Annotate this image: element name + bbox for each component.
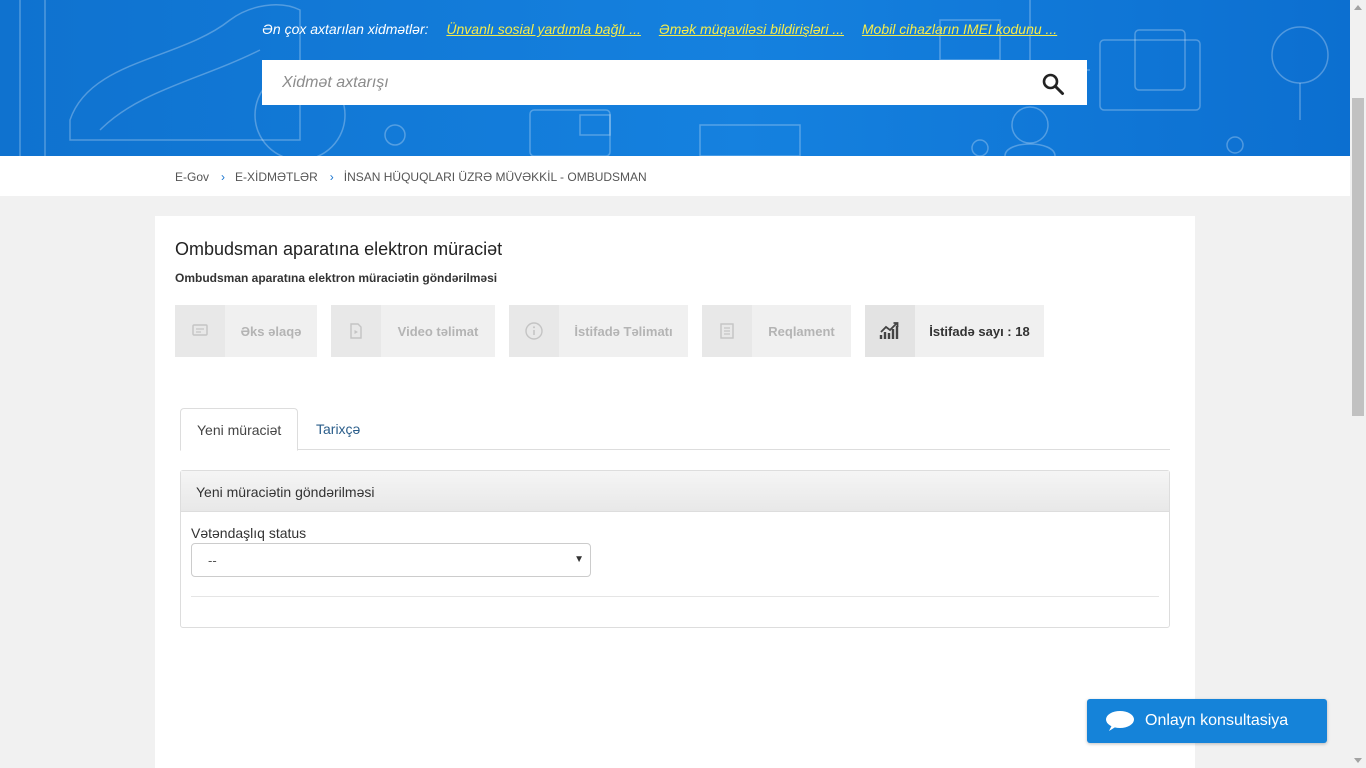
online-consultation-label: Onlayn konsultasiya <box>1145 712 1289 729</box>
panel-title: Yeni müraciətin göndərilməsi <box>181 471 1169 512</box>
regulation-label: Reqlament <box>768 323 835 339</box>
hero-banner: Ən çox axtarılan xidmətlər: Ünvanlı sosi… <box>0 0 1350 156</box>
search-icon[interactable] <box>1041 72 1065 96</box>
divider <box>191 596 1159 597</box>
regulation-button[interactable]: Reqlament <box>702 305 851 357</box>
scroll-up-icon[interactable] <box>1354 5 1362 10</box>
citizenship-label: Vətəndaşlıq status <box>191 525 307 541</box>
popular-services: Ən çox axtarılan xidmətlər: Ünvanlı sosi… <box>262 21 1071 37</box>
usage-count-badge: İstifadə sayı : 18 <box>865 305 1044 357</box>
breadcrumb-ombudsman[interactable]: İNSAN HÜQUQLARI ÜZRƏ MÜVƏKKİL - OMBUDSMA… <box>344 170 647 184</box>
video-guide-label: Video təlimat <box>397 323 479 339</box>
online-consultation-button[interactable]: Onlayn konsultasiya <box>1087 699 1327 743</box>
info-icon <box>509 305 559 357</box>
scroll-down-icon[interactable] <box>1354 758 1362 763</box>
feedback-label: Əks əlaqə <box>240 323 302 339</box>
video-guide-button[interactable]: Video təlimat <box>331 305 495 357</box>
breadcrumb: E-Gov › E-XİDMƏTLƏR › İNSAN HÜQUQLARI ÜZ… <box>0 156 1350 196</box>
search-input[interactable] <box>262 60 1022 105</box>
form-tabs: Yeni müraciət Tarixçə <box>180 408 1170 451</box>
chat-bubble-icon <box>1105 710 1135 732</box>
feedback-button[interactable]: Əks əlaqə <box>175 305 317 357</box>
citizenship-select[interactable]: -- ▼ <box>191 543 591 577</box>
page-title: Ombudsman aparatına elektron müraciət <box>175 239 503 259</box>
video-icon <box>331 305 381 357</box>
new-application-panel: Yeni müraciətin göndərilməsi Vətəndaşlıq… <box>180 470 1170 628</box>
tab-history[interactable]: Tarixçə <box>300 408 376 450</box>
service-card: Ombudsman aparatına elektron müraciət Om… <box>155 216 1195 768</box>
page-subtitle: Ombudsman aparatına elektron müraciətin … <box>175 271 498 285</box>
usage-guide-button[interactable]: İstifadə Təlimatı <box>509 305 688 357</box>
usage-guide-label: İstifadə Təlimatı <box>574 323 673 339</box>
scrollbar-thumb[interactable] <box>1352 98 1364 416</box>
search-box <box>262 60 1087 105</box>
usage-count-label: İstifadə sayı : 18 <box>929 323 1030 339</box>
popular-link-social-aid[interactable]: Ünvanlı sosial yardımla bağlı ... <box>446 21 641 37</box>
chart-icon <box>865 305 915 357</box>
page-scrollbar[interactable] <box>1350 0 1366 768</box>
popular-services-label: Ən çox axtarılan xidmətlər: <box>262 21 429 37</box>
tab-new-application[interactable]: Yeni müraciət <box>180 408 299 451</box>
popular-link-imei[interactable]: Mobil cihazların IMEI kodunu ... <box>862 21 1057 37</box>
popular-link-labor-contract[interactable]: Əmək müqaviləsi bildirişləri ... <box>659 21 844 37</box>
feedback-icon <box>175 305 225 357</box>
chevron-right-icon: › <box>221 170 226 184</box>
citizenship-value: -- <box>208 553 217 568</box>
dropdown-arrow-icon: ▼ <box>574 554 584 565</box>
breadcrumb-home[interactable]: E-Gov <box>175 170 209 184</box>
document-icon <box>702 305 752 357</box>
breadcrumb-e-services[interactable]: E-XİDMƏTLƏR <box>235 170 318 184</box>
chevron-right-icon: › <box>329 170 334 184</box>
